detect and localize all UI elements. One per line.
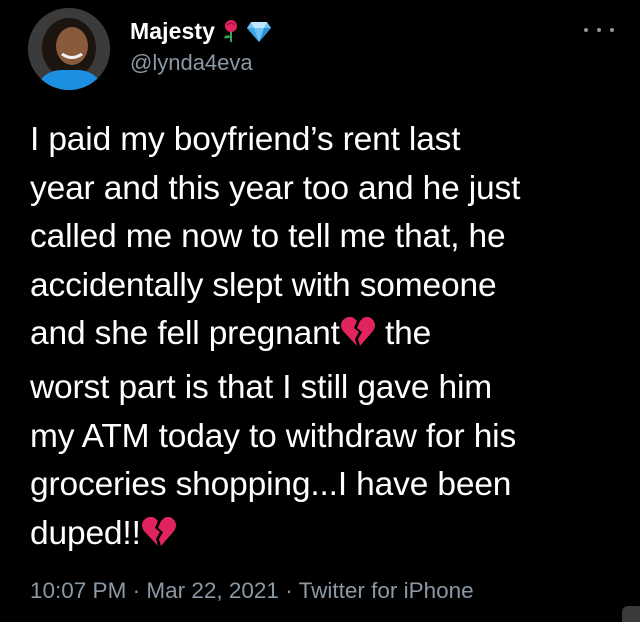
tweet-text: I paid my boyfriend’s rent last year and… [30,116,620,563]
tweet-card: Majesty @lynda4eva I paid my boyfriend’s… [0,0,640,622]
tweet-line: I paid my boyfriend’s rent last [30,121,461,158]
tweet-time[interactable]: 10:07 PM [30,578,126,603]
meta-separator: · [132,578,141,603]
rose-icon [221,19,241,43]
tweet-line: groceries shopping...I have been [30,466,512,504]
tweet-line: year and this year too and he just [30,169,521,207]
user-handle[interactable]: @lynda4eva [130,50,253,76]
tweet-date[interactable]: Mar 22, 2021 [146,578,279,603]
broken-heart-icon [340,315,376,364]
tweet-line: and she fell pregnant [30,315,340,353]
tweet-line: the [384,315,432,353]
more-options-icon[interactable] [584,22,614,38]
avatar[interactable] [28,8,110,90]
tweet-line: accidentally slept with someone [30,266,497,304]
broken-heart-icon [141,515,177,564]
tweet-line: called me now to tell me that, he [30,218,506,256]
meta-separator: · [285,578,293,603]
tweet-line: my ATM today to withdraw for his [30,417,517,455]
dot [584,28,588,32]
dot [610,28,614,32]
tweet-source[interactable]: Twitter for iPhone [299,578,474,603]
tweet-meta: 10:07 PM · Mar 22, 2021 · Twitter for iP… [30,578,474,604]
name-row: Majesty [130,14,272,48]
tweet-line: duped!! [30,514,141,552]
display-name[interactable]: Majesty [130,18,215,45]
corner-badge [622,606,640,622]
dot [597,28,601,32]
tweet-line: worst part is that I still gave him [30,368,493,406]
avatar-image [28,8,110,90]
gem-icon [247,20,272,42]
